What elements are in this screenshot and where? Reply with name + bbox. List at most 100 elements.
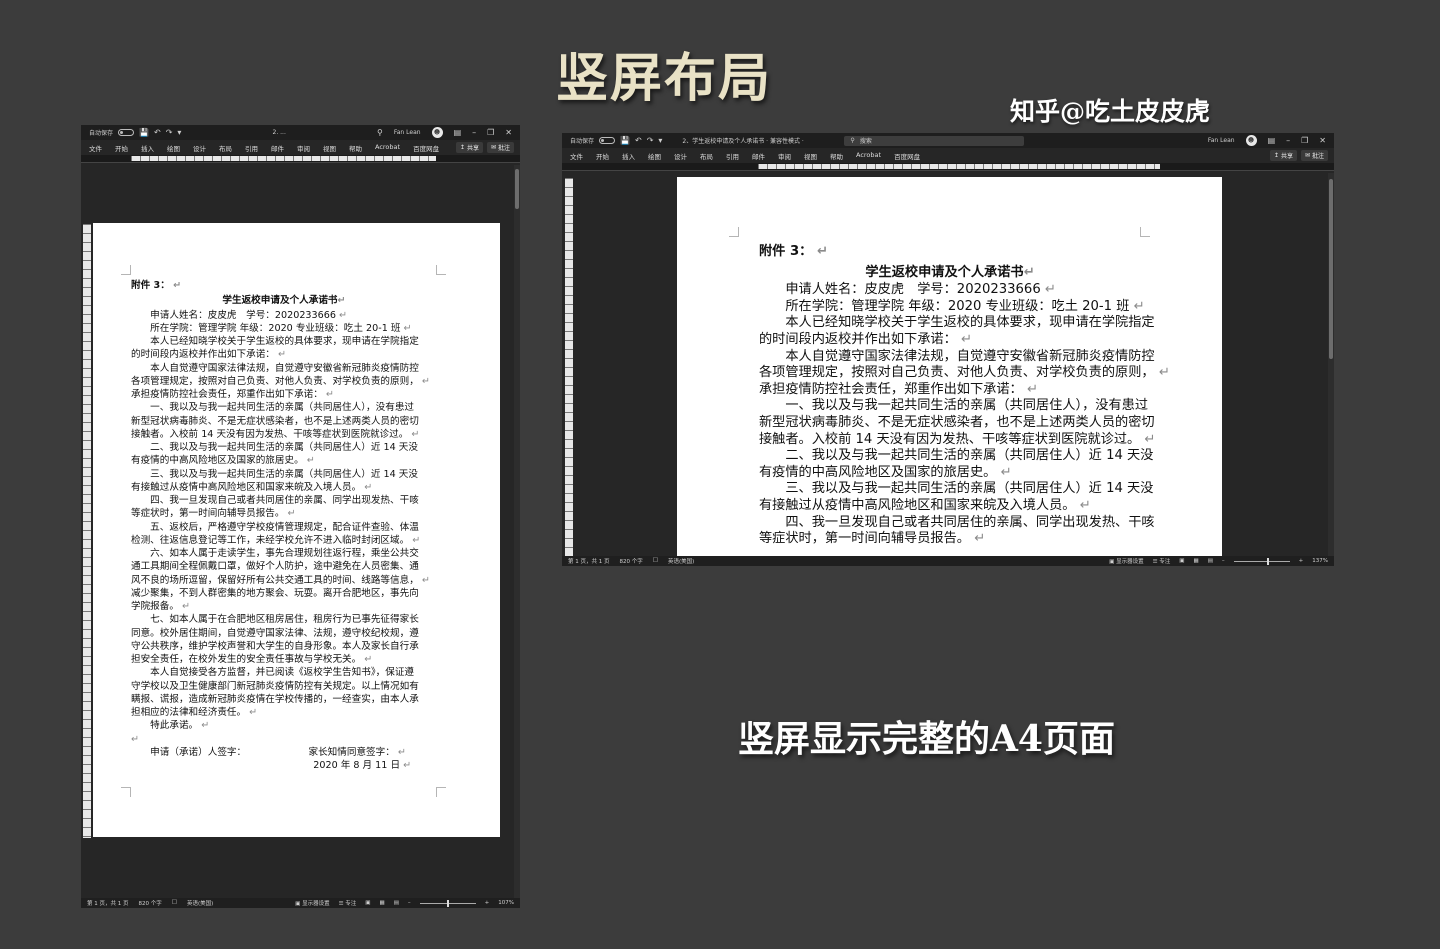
minimize-icon[interactable]: – (472, 128, 476, 137)
focus-button[interactable]: ☰ 专注 (339, 899, 357, 907)
comment-button[interactable]: ✉ 批注 (1300, 150, 1328, 161)
user-name[interactable]: Fan Lean (394, 129, 421, 136)
zoom-slider[interactable] (419, 899, 476, 907)
ribbon-tab[interactable]: 插入 (141, 143, 154, 153)
redo-icon[interactable]: ↷ (166, 128, 173, 137)
ribbon-tab[interactable]: 绘图 (648, 151, 661, 161)
ribbon-tab[interactable]: 邮件 (271, 143, 284, 153)
vertical-ruler[interactable] (83, 224, 91, 838)
zoom-level[interactable]: 137% (1312, 558, 1328, 564)
web-layout-icon[interactable]: ▤ (1208, 558, 1213, 564)
ribbon-tab[interactable]: 视图 (323, 143, 336, 153)
ribbon-tab[interactable]: 开始 (596, 151, 609, 161)
page-count[interactable]: 第 1 页，共 1 页 (87, 899, 129, 907)
ribbon-tab[interactable]: 布局 (700, 151, 713, 161)
restore-icon[interactable]: ❐ (1301, 136, 1308, 145)
display-settings-button[interactable]: ▣ 显示器设置 (295, 899, 329, 907)
document-line: 接触者。入校前 14 天没有因为发热、干咳等症状到医院就诊过。 ↵ (131, 428, 420, 440)
avatar[interactable]: ☻ (1245, 135, 1257, 146)
vertical-scrollbar[interactable] (1328, 173, 1334, 556)
autosave-toggle[interactable] (118, 129, 135, 136)
restore-icon[interactable]: ❐ (487, 128, 494, 137)
user-name[interactable]: Fan Lean (1208, 137, 1235, 144)
close-icon[interactable]: ✕ (1319, 136, 1326, 145)
proofing-icon[interactable]: □ (653, 557, 658, 565)
display-settings-button[interactable]: ▣ 显示器设置 (1109, 557, 1143, 565)
customize-quick-access-icon[interactable]: ▾ (658, 136, 662, 145)
document-body[interactable]: 附件 3： ↵ 学生返校申请及个人承诺书↵ 申请人姓名：皮皮虎 学号：20202… (759, 244, 1170, 548)
scrollbar-thumb[interactable] (515, 169, 519, 209)
document-line: 风不良的场所逗留，保留好所有公共交通工具的时间、线路等信息， ↵ (131, 574, 430, 586)
zoom-in-icon[interactable]: + (485, 900, 490, 906)
ribbon-tab[interactable]: 帮助 (349, 143, 362, 153)
zoom-in-icon[interactable]: + (1299, 558, 1304, 564)
ribbon-tab[interactable]: 百度网盘 (413, 143, 439, 153)
undo-icon[interactable]: ↶ (154, 128, 161, 137)
proofing-icon[interactable]: □ (172, 899, 177, 907)
page-count[interactable]: 第 1 页，共 1 页 (568, 557, 610, 565)
document-page[interactable]: 附件 3： ↵ 学生返校申请及个人承诺书↵ 申请人姓名：皮皮虎 学号：20202… (677, 177, 1222, 556)
ribbon-tab[interactable]: 绘图 (167, 143, 180, 153)
zoom-slider-thumb[interactable] (1267, 557, 1270, 565)
focus-button[interactable]: ☰ 专注 (1153, 557, 1171, 565)
horizontal-ruler[interactable] (562, 163, 1334, 171)
read-mode-icon[interactable]: ▣ (1179, 558, 1184, 564)
share-button[interactable]: ↥ 共享 (455, 142, 483, 153)
ribbon-tab[interactable]: Acrobat (856, 151, 881, 161)
document-line: 本人已经知晓学校关于学生返校的具体要求，现申请在学院指定 (759, 315, 1155, 331)
web-layout-icon[interactable]: ▤ (394, 900, 399, 906)
document-line: 承担疫情防控社会责任，郑重作出如下承诺： ↵ (759, 381, 1038, 397)
save-icon[interactable]: 💾 (139, 128, 149, 137)
ribbon-tab[interactable]: 审阅 (297, 143, 310, 153)
word-count[interactable]: 820 个字 (620, 557, 643, 565)
autosave-toggle[interactable] (599, 137, 616, 144)
share-button[interactable]: ↥ 共享 (1269, 150, 1297, 161)
ribbon-display-icon[interactable]: ▤ (1268, 136, 1276, 145)
zoom-slider[interactable] (1233, 557, 1290, 565)
language-indicator[interactable]: 英语(美国) (668, 557, 694, 565)
search-icon[interactable]: ⚲ (377, 128, 383, 137)
vertical-scrollbar[interactable] (514, 165, 520, 898)
document-page[interactable]: 附件 3： ↵ 学生返校申请及个人承诺书↵ 申请人姓名：皮皮虎 学号：20202… (93, 223, 500, 837)
document-line: 2020 年 8 月 11 日 ↵ (131, 760, 412, 771)
document-body[interactable]: 附件 3： ↵ 学生返校申请及个人承诺书↵ 申请人姓名：皮皮虎 学号：20202… (131, 279, 437, 772)
ribbon-tab[interactable]: 文件 (89, 143, 102, 153)
ribbon-tab[interactable]: 设计 (193, 143, 206, 153)
ribbon-tab[interactable]: 帮助 (830, 151, 843, 161)
ribbon-tab[interactable]: 邮件 (752, 151, 765, 161)
ribbon-tab[interactable]: 引用 (245, 143, 258, 153)
scrollbar-thumb[interactable] (1329, 179, 1333, 359)
search-box[interactable]: ⚲ 搜索 (844, 135, 1025, 146)
zoom-out-icon[interactable]: – (408, 900, 411, 906)
save-icon[interactable]: 💾 (620, 136, 630, 145)
ribbon-tab[interactable]: 设计 (674, 151, 687, 161)
read-mode-icon[interactable]: ▣ (365, 900, 370, 906)
ribbon-tab[interactable]: Acrobat (375, 143, 400, 153)
comment-button[interactable]: ✉ 批注 (486, 142, 514, 153)
zoom-out-icon[interactable]: – (1222, 558, 1225, 564)
word-count[interactable]: 820 个字 (139, 899, 162, 907)
print-layout-icon[interactable]: ▦ (1194, 558, 1199, 564)
zoom-slider-thumb[interactable] (446, 899, 449, 907)
redo-icon[interactable]: ↷ (647, 136, 654, 145)
ribbon-tab[interactable]: 审阅 (778, 151, 791, 161)
print-layout-icon[interactable]: ▦ (380, 900, 385, 906)
close-icon[interactable]: ✕ (505, 128, 512, 137)
undo-icon[interactable]: ↶ (635, 136, 642, 145)
ribbon-tab[interactable]: 插入 (622, 151, 635, 161)
language-indicator[interactable]: 英语(美国) (187, 899, 213, 907)
ribbon-tab[interactable]: 布局 (219, 143, 232, 153)
ribbon-display-icon[interactable]: ▤ (454, 128, 462, 137)
ribbon-tab[interactable]: 视图 (804, 151, 817, 161)
ribbon-tab[interactable]: 百度网盘 (894, 151, 920, 161)
zoom-level[interactable]: 107% (498, 900, 514, 906)
ribbon-tab[interactable]: 文件 (570, 151, 583, 161)
document-line: 等症状时，第一时间向辅导员报告。 ↵ (131, 508, 296, 520)
avatar[interactable]: ☻ (431, 127, 443, 138)
minimize-icon[interactable]: – (1286, 136, 1290, 145)
ribbon-tab[interactable]: 开始 (115, 143, 128, 153)
vertical-ruler[interactable] (565, 178, 573, 556)
ribbon-tab[interactable]: 引用 (726, 151, 739, 161)
attachment-label: 附件 3： ↵ (759, 244, 828, 259)
horizontal-ruler[interactable] (81, 155, 520, 163)
